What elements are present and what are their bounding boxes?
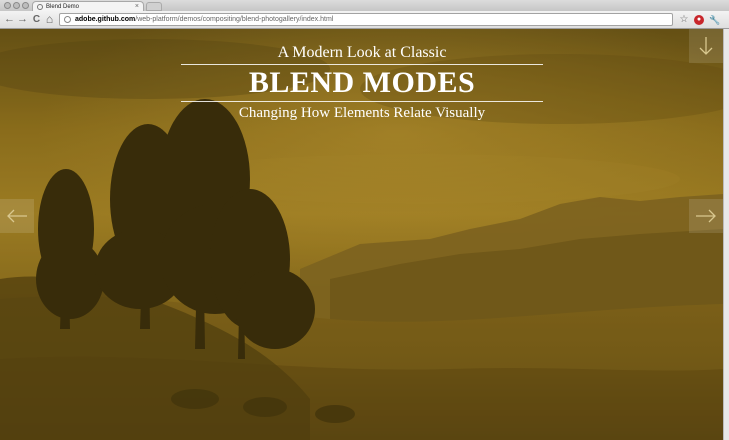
forward-button[interactable]: → bbox=[17, 12, 28, 27]
page-viewport: A Modern Look at Classic BLEND MODES Cha… bbox=[0, 29, 723, 440]
scroll-down-button[interactable] bbox=[689, 29, 723, 63]
divider-bottom bbox=[181, 101, 543, 102]
page-title: BLEND MODES bbox=[248, 66, 476, 99]
previous-slide-button[interactable] bbox=[0, 199, 34, 233]
down-arrow-icon bbox=[699, 37, 713, 55]
new-tab-button[interactable] bbox=[146, 2, 162, 11]
left-arrow-icon bbox=[7, 209, 27, 223]
wrench-menu-icon[interactable]: 🔧 bbox=[709, 14, 721, 26]
hero-heading: A Modern Look at Classic BLEND MODES Cha… bbox=[181, 43, 543, 122]
tab-title: Blend Demo bbox=[46, 4, 80, 10]
zoom-window-icon[interactable] bbox=[22, 2, 29, 9]
browser-toolbar: ← → C ⌂ adobe.github.com /web-platform/d… bbox=[0, 11, 729, 29]
page-info-icon[interactable] bbox=[64, 16, 71, 23]
hero-kicker: A Modern Look at Classic bbox=[277, 44, 447, 61]
reload-button[interactable]: C bbox=[31, 12, 42, 27]
extension-stop-icon[interactable]: ● bbox=[694, 15, 704, 25]
next-slide-button[interactable] bbox=[689, 199, 723, 233]
hero-subtitle: Changing How Elements Relate Visually bbox=[238, 105, 486, 121]
divider-top bbox=[181, 64, 543, 65]
bookmark-star-icon[interactable]: ☆ bbox=[678, 14, 690, 26]
url-path: /web-platform/demos/compositing/blend-ph… bbox=[135, 16, 334, 23]
close-window-icon[interactable] bbox=[4, 2, 11, 9]
url-host: adobe.github.com bbox=[75, 16, 136, 23]
tab-favicon-icon bbox=[37, 4, 43, 10]
tab-strip: Blend Demo × bbox=[0, 0, 729, 12]
page-scrollbar[interactable] bbox=[723, 29, 729, 440]
home-button[interactable]: ⌂ bbox=[44, 12, 55, 27]
minimize-window-icon[interactable] bbox=[13, 2, 20, 9]
address-bar[interactable]: adobe.github.com /web-platform/demos/com… bbox=[59, 13, 673, 26]
back-button[interactable]: ← bbox=[4, 12, 15, 27]
right-arrow-icon bbox=[696, 209, 716, 223]
